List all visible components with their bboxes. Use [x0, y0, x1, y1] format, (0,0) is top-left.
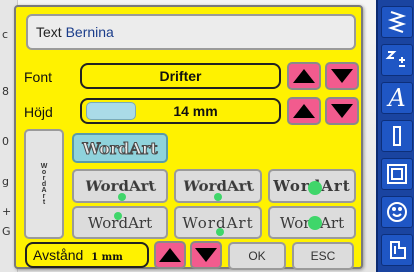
arrow-down-icon	[195, 248, 217, 262]
embroidery-screen: c 8 0 g + G Text Bernina Font Drifter Hö…	[0, 0, 414, 272]
wordart-plain-tile[interactable]: WordArt	[72, 133, 168, 163]
straight-stitch-icon[interactable]	[381, 120, 413, 152]
height-slider-fill	[86, 102, 136, 120]
wordart-arch-up-tile[interactable]: WordArt	[174, 169, 262, 203]
right-toolbar: A	[376, 0, 414, 272]
font-selector[interactable]: Drifter	[80, 63, 281, 89]
height-up-button[interactable]	[287, 97, 321, 125]
wordart-arch-tile[interactable]: WordArt	[72, 169, 168, 203]
font-up-button[interactable]	[287, 62, 321, 90]
handle-dot	[216, 228, 224, 236]
height-slider[interactable]: 14 mm	[80, 98, 281, 124]
presser-foot-icon[interactable]	[381, 234, 413, 266]
text-input[interactable]: Text Bernina	[26, 14, 356, 50]
background-glyph: +	[2, 205, 12, 218]
zigzag-stitch-icon[interactable]	[381, 6, 413, 38]
background-glyph: 8	[2, 85, 9, 98]
height-down-button[interactable]	[325, 97, 359, 125]
arrow-up-icon	[159, 248, 181, 262]
spacing-up-button[interactable]	[154, 241, 186, 269]
handle-dot	[118, 193, 126, 201]
frame-icon[interactable]	[381, 158, 413, 190]
handle-dot	[214, 193, 222, 201]
ok-button[interactable]: OK	[228, 242, 286, 270]
arrow-down-icon	[331, 104, 353, 118]
background-glyph: G	[2, 225, 11, 238]
wordart-vertical-label: WordArt	[40, 163, 48, 205]
arrow-up-icon	[293, 69, 315, 83]
wordart-serif-tile[interactable]: WordArt	[72, 206, 168, 239]
wordart-slant-tile[interactable]: WordArt	[268, 206, 356, 239]
font-label: Font	[24, 69, 53, 85]
handle-dot	[308, 216, 322, 230]
wordart-plain-label: WordArt	[82, 138, 158, 158]
height-label: Höjd	[24, 104, 53, 120]
wordart-bulge-tile[interactable]: WordArt	[268, 169, 356, 203]
spacing-down-button[interactable]	[190, 241, 222, 269]
wordart-wave-tile[interactable]: WordArt	[174, 206, 262, 239]
background-glyph: g	[2, 175, 9, 188]
alphabet-icon[interactable]: A	[381, 82, 413, 114]
move-pattern-icon[interactable]	[381, 44, 413, 76]
handle-dot	[308, 181, 322, 195]
wordart-dialog: Text Bernina Font Drifter Höjd 14 mm Wor…	[14, 5, 363, 270]
height-value: 14 mm	[173, 103, 218, 119]
spacing-value: 1 mm	[91, 252, 123, 263]
smiley-icon[interactable]	[381, 196, 413, 228]
text-label: Text	[36, 24, 62, 40]
font-value: Drifter	[159, 68, 202, 84]
arrow-down-icon	[331, 69, 353, 83]
font-down-button[interactable]	[325, 62, 359, 90]
spacing-selector[interactable]: Avstånd 1 mm	[25, 242, 149, 268]
arrow-up-icon	[293, 104, 315, 118]
background-glyph: c	[2, 28, 9, 41]
esc-button[interactable]: ESC	[292, 242, 354, 270]
background-glyph: 0	[2, 135, 9, 148]
handle-dot	[114, 212, 122, 220]
spacing-label: Avstånd	[33, 247, 84, 263]
wordart-vertical-tile[interactable]: WordArt	[24, 129, 64, 239]
text-value: Bernina	[65, 24, 114, 40]
